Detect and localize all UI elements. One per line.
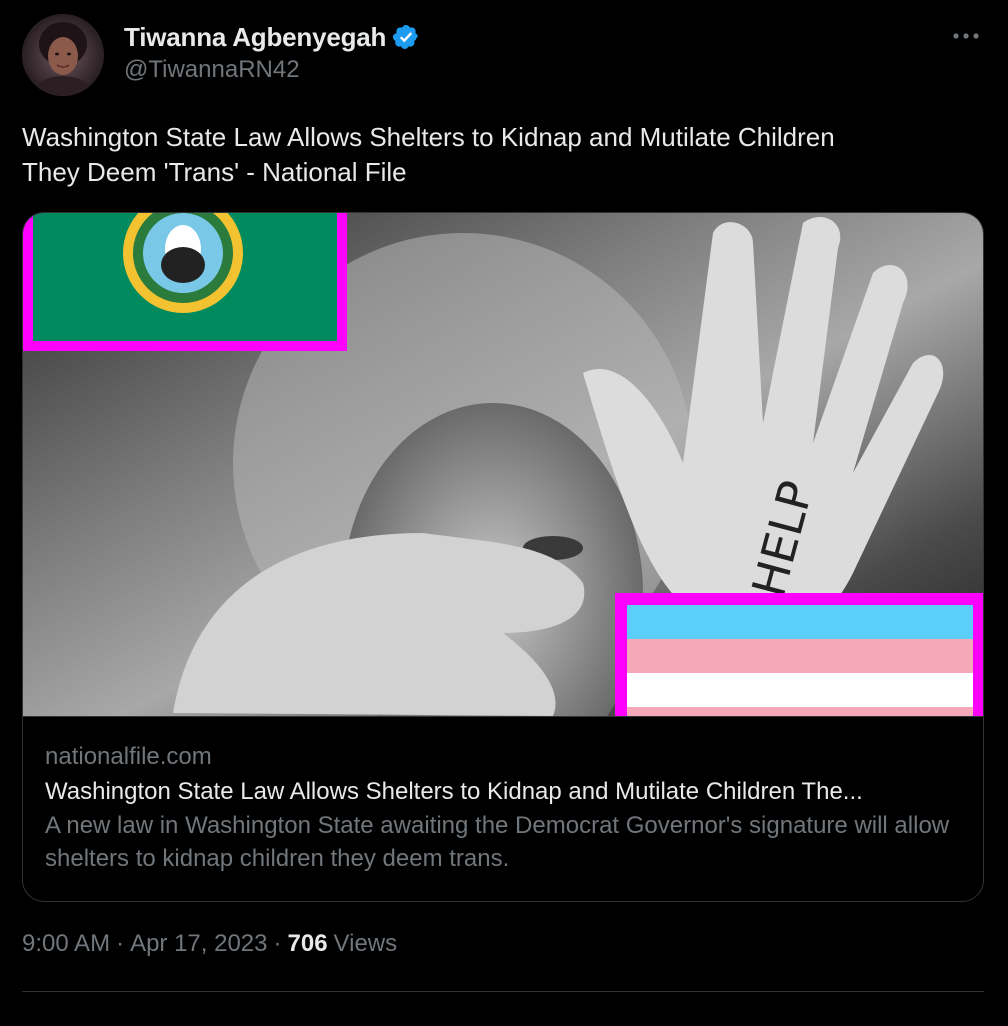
tweet: Tiwanna Agbenyegah @TiwannaRN42 Washingt… (0, 0, 1008, 1026)
card-title: Washington State Law Allows Shelters to … (45, 778, 863, 805)
author-display-name[interactable]: Tiwanna Agbenyegah (124, 22, 386, 53)
author-name-row: Tiwanna Agbenyegah (124, 20, 420, 54)
tweet-meta: 9:00 AM · Apr 17, 2023 · 706 Views (22, 930, 397, 958)
card-info: nationalfile.com Washington State Law Al… (23, 717, 983, 875)
author-info: Tiwanna Agbenyegah @TiwannaRN42 (124, 20, 420, 84)
author-handle[interactable]: @TiwannaRN42 (124, 56, 420, 84)
views-label[interactable]: Views (334, 930, 398, 958)
card-image[interactable]: HELP (23, 213, 983, 717)
card-description: A new law in Washington State awaiting t… (45, 812, 950, 872)
meta-separator: · (116, 930, 125, 957)
tweet-text: Washington State Law Allows Shelters to … (22, 122, 835, 187)
views-count[interactable]: 706 (288, 930, 328, 958)
card-photo: HELP (23, 213, 983, 716)
more-button[interactable] (950, 22, 982, 50)
avatar-photo (22, 14, 104, 96)
divider (22, 991, 984, 992)
meta-separator: · (273, 930, 282, 957)
verified-badge-icon[interactable] (392, 23, 420, 51)
tweet-date[interactable]: Apr 17, 2023 (130, 930, 267, 958)
avatar[interactable] (22, 14, 104, 96)
more-horizontal-icon (953, 33, 979, 39)
tweet-time[interactable]: 9:00 AM (22, 930, 110, 958)
card-domain: nationalfile.com (45, 743, 212, 770)
link-card[interactable]: HELP nationalfile.com Washington State L… (22, 212, 984, 902)
